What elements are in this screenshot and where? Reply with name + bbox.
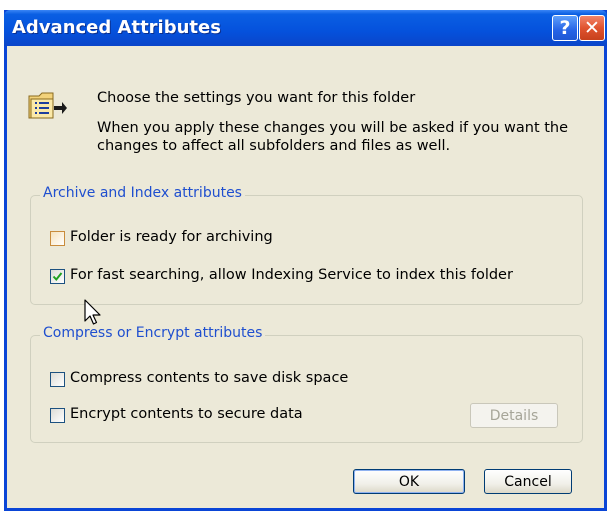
intro-text-line1: When you apply these changes you will be… [97, 120, 569, 136]
title-bar[interactable]: Advanced Attributes ? ✕ [4, 10, 607, 46]
intro-heading: Choose the settings you want for this fo… [97, 90, 416, 106]
mouse-cursor-icon [84, 299, 101, 325]
encrypt-checkbox[interactable] [50, 408, 65, 423]
compress-checkbox[interactable] [50, 372, 65, 387]
ok-button-label: OK [398, 473, 420, 490]
archive-index-group [30, 195, 583, 305]
compress-group-legend: Compress or Encrypt attributes [40, 325, 266, 341]
encrypt-checkbox-label[interactable]: Encrypt contents to secure data [70, 406, 303, 422]
check-icon [52, 272, 63, 282]
background-window-strip [0, 0, 613, 10]
help-icon: ? [559, 17, 571, 39]
close-button[interactable]: ✕ [579, 15, 605, 41]
indexing-checkbox-label[interactable]: For fast searching, allow Indexing Servi… [70, 267, 513, 283]
details-button-label: Details [489, 407, 539, 424]
cancel-button[interactable]: Cancel [484, 469, 572, 494]
advanced-attributes-dialog: Advanced Attributes ? ✕ Choose the setti… [4, 10, 607, 511]
intro-text-line2: changes to affect all subfolders and fil… [97, 138, 451, 154]
archive-group-legend: Archive and Index attributes [40, 185, 245, 201]
close-icon: ✕ [584, 17, 600, 39]
dialog-title: Advanced Attributes [12, 17, 221, 38]
archive-checkbox[interactable] [50, 231, 65, 246]
dialog-body: Choose the settings you want for this fo… [7, 46, 604, 508]
cancel-button-label: Cancel [504, 473, 552, 490]
archive-checkbox-label[interactable]: Folder is ready for archiving [70, 229, 273, 245]
folder-options-icon [28, 92, 67, 119]
ok-button[interactable]: OK [353, 469, 465, 494]
compress-checkbox-label[interactable]: Compress contents to save disk space [70, 370, 348, 386]
help-button[interactable]: ? [552, 15, 578, 41]
indexing-checkbox[interactable] [50, 269, 65, 284]
details-button[interactable]: Details [470, 403, 558, 428]
screen: Advanced Attributes ? ✕ Choose the setti… [0, 0, 613, 511]
